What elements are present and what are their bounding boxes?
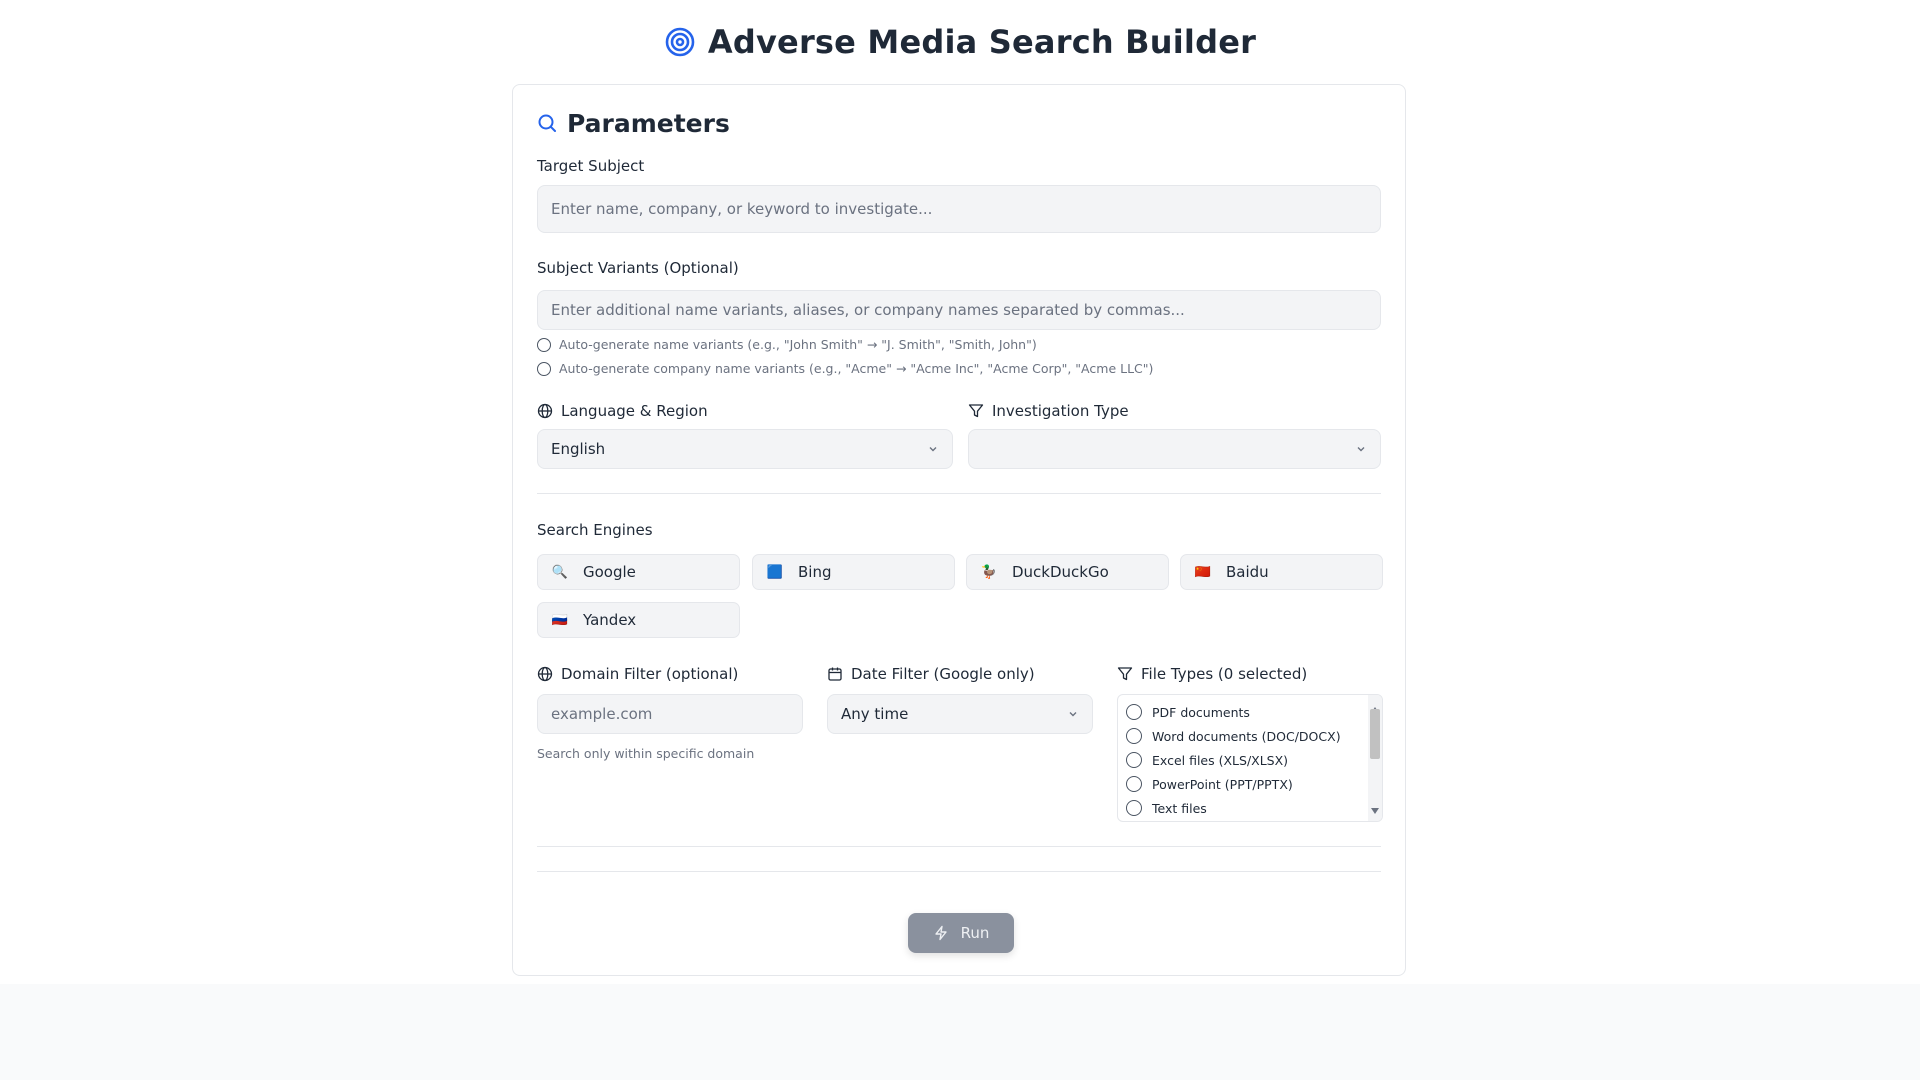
- language-label-text: Language & Region: [561, 402, 708, 420]
- parameters-card: Parameters Target Subject Subject Varian…: [512, 84, 1406, 976]
- chevron-down-icon: [927, 443, 939, 455]
- file-type-text[interactable]: Text files: [1118, 796, 1382, 820]
- engine-google[interactable]: 🔍 Google: [537, 554, 740, 590]
- globe-icon: [537, 666, 553, 682]
- date-filter-label: Date Filter (Google only): [827, 665, 1035, 683]
- date-filter-value: Any time: [841, 705, 909, 723]
- china-flag-icon: 🇨🇳: [1194, 564, 1212, 580]
- section-divider: [537, 871, 1381, 872]
- scroll-thumb[interactable]: [1370, 709, 1380, 759]
- engine-duckduckgo-label: DuckDuckGo: [1012, 563, 1109, 581]
- name-variants-option-label: Auto-generate name variants (e.g., "John…: [559, 337, 1037, 352]
- company-variants-radio[interactable]: [537, 361, 551, 376]
- lightning-icon: [933, 925, 949, 941]
- filter-icon: [1117, 666, 1133, 682]
- name-variants-option[interactable]: Auto-generate name variants (e.g., "John…: [537, 337, 1037, 352]
- investigation-type-label: Investigation Type: [968, 402, 1129, 420]
- file-type-radio[interactable]: [1126, 704, 1142, 720]
- file-type-label: Word documents (DOC/DOCX): [1152, 728, 1341, 744]
- engine-baidu-label: Baidu: [1226, 563, 1269, 581]
- engine-google-label: Google: [583, 563, 636, 581]
- file-type-powerpoint[interactable]: PowerPoint (PPT/PPTX): [1118, 772, 1382, 796]
- file-types-items: PDF documents Word documents (DOC/DOCX) …: [1118, 695, 1382, 820]
- name-variants-radio[interactable]: [537, 337, 551, 352]
- file-type-pdf[interactable]: PDF documents: [1118, 700, 1382, 724]
- company-variants-option[interactable]: Auto-generate company name variants (e.g…: [537, 361, 1153, 376]
- card-title: Parameters: [567, 108, 730, 138]
- date-filter-select[interactable]: Any time: [827, 694, 1093, 734]
- subject-variants-input[interactable]: [537, 290, 1381, 330]
- page-title: Adverse Media Search Builder: [707, 23, 1257, 61]
- section-divider: [537, 846, 1381, 847]
- engine-yandex[interactable]: 🇷🇺 Yandex: [537, 602, 740, 638]
- duck-icon: 🦆: [980, 564, 998, 580]
- file-types-list[interactable]: PDF documents Word documents (DOC/DOCX) …: [1117, 694, 1383, 822]
- engine-baidu[interactable]: 🇨🇳 Baidu: [1180, 554, 1383, 590]
- target-icon: [664, 26, 696, 58]
- file-type-radio[interactable]: [1126, 800, 1142, 816]
- engine-yandex-label: Yandex: [583, 611, 637, 629]
- section-divider: [537, 493, 1381, 494]
- page-header: Adverse Media Search Builder: [0, 0, 1920, 84]
- calendar-icon: [827, 666, 843, 682]
- file-type-label: PDF documents: [1152, 704, 1250, 720]
- file-types-label: File Types (0 selected): [1117, 665, 1307, 683]
- magnifier-icon: 🔍: [551, 564, 569, 580]
- subject-variants-label: Subject Variants (Optional): [537, 259, 739, 277]
- scroll-down-arrow-icon[interactable]: [1371, 799, 1379, 818]
- target-subject-input[interactable]: [537, 185, 1381, 233]
- chevron-down-icon: [1067, 708, 1079, 720]
- engine-duckduckgo[interactable]: 🦆 DuckDuckGo: [966, 554, 1169, 590]
- file-type-label: Excel files (XLS/XLSX): [1152, 752, 1289, 768]
- target-subject-label: Target Subject: [537, 157, 644, 175]
- globe-icon: [537, 403, 553, 419]
- investigation-type-label-text: Investigation Type: [992, 402, 1129, 420]
- file-type-label: PowerPoint (PPT/PPTX): [1152, 776, 1293, 792]
- domain-filter-hint: Search only within specific domain: [537, 746, 755, 761]
- file-type-radio[interactable]: [1126, 776, 1142, 792]
- engine-bing[interactable]: 🟦 Bing: [752, 554, 955, 590]
- file-types-label-text: File Types (0 selected): [1141, 665, 1308, 683]
- file-type-word[interactable]: Word documents (DOC/DOCX): [1118, 724, 1382, 748]
- target-subject-label-text: Target Subject: [537, 157, 645, 175]
- company-variants-option-label: Auto-generate company name variants (e.g…: [559, 361, 1154, 376]
- language-select-value: English: [551, 440, 606, 458]
- chevron-down-icon: [1355, 443, 1367, 455]
- search-engines-label: Search Engines: [537, 521, 653, 539]
- investigation-type-select[interactable]: [968, 429, 1381, 469]
- search-engines-label-text: Search Engines: [537, 521, 653, 539]
- file-type-label: Text files: [1152, 800, 1207, 816]
- card-header: Parameters: [537, 105, 1381, 141]
- filter-icon: [968, 403, 984, 419]
- language-select[interactable]: English: [537, 429, 953, 469]
- domain-filter-label: Domain Filter (optional): [537, 665, 738, 683]
- domain-filter-label-text: Domain Filter (optional): [561, 665, 739, 683]
- file-type-radio[interactable]: [1126, 728, 1142, 744]
- file-types-scrollbar[interactable]: [1368, 695, 1382, 821]
- run-button-label: Run: [960, 924, 990, 942]
- subject-variants-label-text: Subject Variants (Optional): [537, 259, 739, 277]
- file-type-radio[interactable]: [1126, 752, 1142, 768]
- file-type-excel[interactable]: Excel files (XLS/XLSX): [1118, 748, 1382, 772]
- run-button[interactable]: Run: [908, 913, 1014, 953]
- search-icon: [537, 113, 557, 133]
- engine-bing-label: Bing: [798, 563, 832, 581]
- russia-flag-icon: 🇷🇺: [551, 612, 569, 628]
- language-label: Language & Region: [537, 402, 708, 420]
- date-filter-label-text: Date Filter (Google only): [851, 665, 1035, 683]
- domain-filter-input[interactable]: [537, 694, 803, 734]
- blue-square-icon: 🟦: [766, 564, 784, 580]
